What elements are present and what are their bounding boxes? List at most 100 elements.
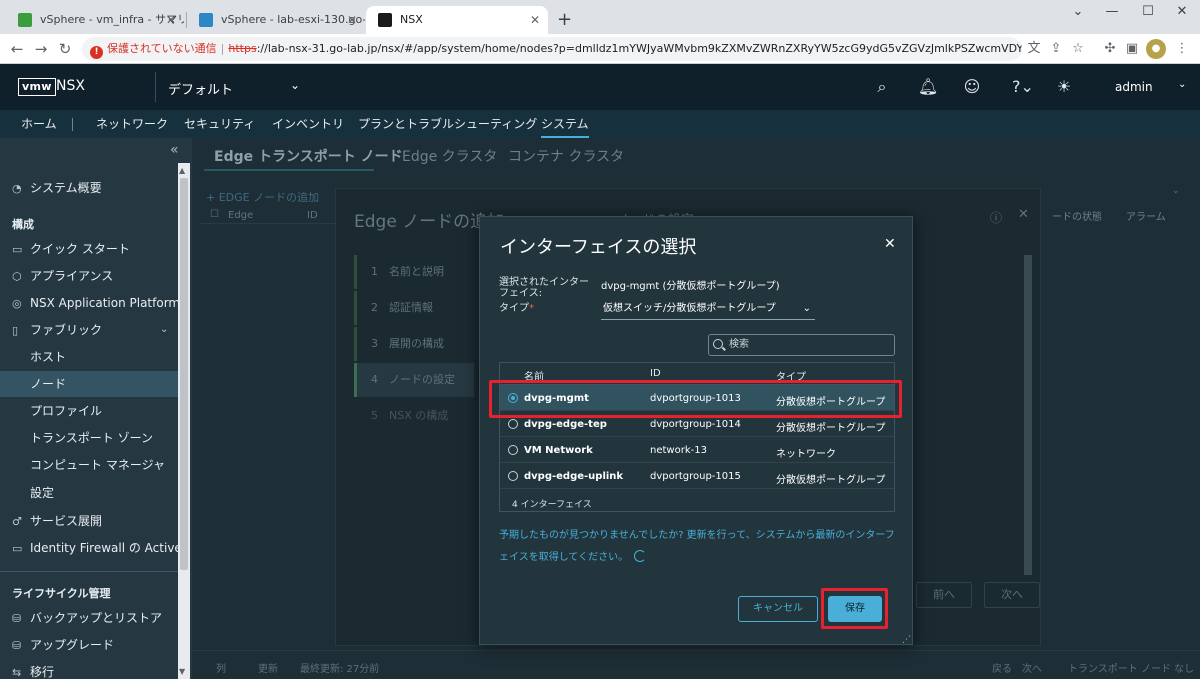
wizard-panel-scrollbar[interactable] — [1024, 255, 1032, 575]
user-menu[interactable]: admin — [1115, 80, 1153, 94]
sidebar-scroll-thumb[interactable] — [180, 178, 188, 570]
browser-tab-nsx[interactable]: NSX ✕ — [366, 6, 548, 34]
nav-tab-system[interactable]: システム — [541, 110, 589, 138]
tab-search-chevron-icon[interactable]: ⌄ — [1060, 0, 1096, 26]
tenant-selector[interactable]: デフォルト — [168, 79, 233, 98]
wizard-step-3[interactable]: 3 展開の構成 — [354, 327, 474, 361]
chevron-down-icon[interactable]: ⌄ — [290, 78, 300, 92]
new-tab-icon[interactable]: + — [557, 6, 572, 34]
reload-icon[interactable]: ↻ — [54, 38, 76, 60]
nav-tab-security[interactable]: セキュリティ — [184, 110, 255, 138]
sidebar-item-transport-zones[interactable]: トランスポート ゾーン — [0, 425, 178, 451]
scroll-up-arrow-icon[interactable]: ▲ — [179, 166, 185, 175]
share-icon[interactable]: ⇪ — [1046, 39, 1066, 59]
browser-menu-icon[interactable]: ⋮ — [1172, 39, 1192, 59]
nav-tab-networking[interactable]: ネットワーク — [96, 110, 168, 138]
wizard-next-button[interactable]: 次へ — [984, 582, 1040, 608]
refresh-hint[interactable]: 予期したものが見つかりませんでしたか? 更新を行って、システムから最新のインター… — [499, 525, 895, 569]
sidebar-item-fabric[interactable]: ▯ ファブリック — [0, 317, 178, 343]
url-field[interactable]: ! 保護されていない通信 | https://lab-nsx-31.go-lab.jp… — [82, 37, 1022, 61]
nav-tab-home[interactable]: ホーム — [21, 110, 57, 138]
sidebar-item-service-deploy[interactable]: ♂ サービス展開 — [0, 508, 178, 534]
sidebar-item-hosts[interactable]: ホスト — [0, 344, 178, 370]
window-close-icon[interactable]: ✕ — [1164, 0, 1200, 26]
sidebar-item-nap[interactable]: ◎ NSX Application Platform — [0, 290, 178, 316]
table-row[interactable]: dvpg-edge-uplink dvportgroup-1015 分散仮想ポー… — [500, 463, 894, 489]
scroll-down-arrow-icon[interactable]: ▼ — [179, 667, 185, 676]
subtab-edge-transport-nodes[interactable]: Edge トランスポート ノード — [214, 146, 403, 166]
chevron-down-icon[interactable]: ⌄ — [160, 324, 168, 335]
tab-title: NSX — [400, 13, 423, 26]
column-alarm[interactable]: アラーム — [1126, 208, 1166, 223]
refresh-link[interactable]: 更新 — [258, 660, 278, 675]
translate-icon[interactable]: 文 — [1024, 39, 1044, 59]
pagination-nav[interactable]: 戻る 次へ — [992, 660, 1042, 675]
table-header: ☐ Edge ID — [200, 204, 350, 224]
row-radio[interactable] — [508, 471, 518, 481]
wizard-prev-button[interactable]: 前へ — [916, 582, 972, 608]
maximize-icon[interactable]: ☐ — [1130, 0, 1166, 26]
row-name: dvpg-edge-uplink — [524, 471, 624, 482]
sidebar-item-identity-firewall[interactable]: ▭Identity Firewall の Active ... — [0, 535, 178, 561]
wizard-step-2[interactable]: 2 認証情報 — [354, 291, 474, 325]
table-row[interactable]: VM Network network-13 ネットワーク — [500, 437, 894, 463]
subtab-edge-clusters[interactable]: Edge クラスタ — [402, 146, 497, 166]
sidebar-item-profiles[interactable]: プロファイル — [0, 398, 178, 424]
add-edge-node-button[interactable]: + EDGE ノードの追加 — [206, 189, 319, 205]
collapse-sidebar-icon[interactable]: « — [170, 142, 179, 158]
wizard-step-5[interactable]: 5 NSX の構成 — [354, 399, 474, 433]
sidebar-item-appliances[interactable]: ⬡ アプライアンス — [0, 263, 178, 289]
sidebar-item-overview[interactable]: ◔ システム概要 — [0, 175, 178, 201]
close-icon[interactable]: ✕ — [166, 6, 176, 34]
row-radio[interactable] — [508, 419, 518, 429]
cancel-button[interactable]: キャンセル — [738, 596, 818, 622]
side-panel-icon[interactable]: ▣ — [1122, 39, 1142, 59]
selected-interface-label: 選択されたインター フェイス: — [499, 277, 589, 299]
column-node-status[interactable]: ードの状態 — [1052, 208, 1102, 223]
sidebar-item-upgrade[interactable]: ⛁ アップグレード — [0, 632, 178, 658]
sidebar-item-migrate[interactable]: ⇆ 移行 — [0, 659, 178, 679]
sidebar-item-settings[interactable]: 設定 — [0, 480, 178, 506]
smiley-feedback-icon[interactable]: ☺ — [960, 76, 984, 98]
back-arrow-icon[interactable]: ← — [6, 38, 28, 60]
wizard-step-4[interactable]: 4 ノードの設定 — [354, 363, 474, 397]
columns-toggle[interactable]: 列 — [216, 660, 226, 675]
bell-icon[interactable]: 🔔︎ — [916, 76, 940, 98]
sidebar-item-quick-start[interactable]: ▭ クイック スタート — [0, 236, 178, 262]
browser-tab-vsphere-esxi[interactable]: vSphere - lab-esxi-130.go-lab.jp ✕ — [187, 6, 365, 34]
row-radio[interactable] — [508, 445, 518, 455]
bookmark-star-icon[interactable]: ☆ — [1068, 39, 1088, 59]
search-icon[interactable]: ⌕ — [870, 76, 894, 98]
row-name: VM Network — [524, 445, 593, 456]
refresh-icon[interactable] — [634, 550, 647, 562]
empty-status: トランスポート ノード なし — [1068, 664, 1195, 675]
type-dropdown[interactable]: 仮想スイッチ/分散仮想ポートグループ ⌄ — [601, 299, 815, 320]
subtab-container-clusters[interactable]: コンテナ クラスタ — [508, 146, 624, 166]
column-id[interactable]: ID — [650, 368, 661, 379]
forward-arrow-icon[interactable]: → — [30, 38, 52, 60]
profile-avatar[interactable]: ● — [1146, 39, 1166, 59]
search-input[interactable]: 検索 — [708, 334, 895, 356]
resize-grip-icon[interactable]: ⋰ — [902, 635, 911, 645]
close-icon[interactable]: ✕ — [347, 6, 357, 34]
nav-tab-plan-troubleshoot[interactable]: プランとトラブルシューティング — [358, 110, 537, 138]
sidebar-item-backup[interactable]: ⛁ バックアップとリストア — [0, 605, 178, 631]
select-all-checkbox[interactable]: ☐ — [210, 209, 219, 220]
close-icon[interactable]: ✕ — [1018, 207, 1029, 222]
settings-chevron-icon[interactable]: ⌄ — [1172, 186, 1180, 196]
chevron-down-icon[interactable]: ⌄ — [1178, 79, 1186, 90]
extensions-puzzle-icon[interactable]: ✣ — [1100, 39, 1120, 59]
close-icon[interactable]: ✕ — [884, 236, 896, 252]
sidebar-item-compute-managers[interactable]: コンピュート マネージャ — [0, 452, 178, 478]
close-icon[interactable]: ✕ — [530, 6, 540, 34]
help-icon[interactable]: ?⌄ — [1006, 76, 1040, 98]
minimize-icon[interactable]: — — [1094, 0, 1130, 26]
theme-sun-icon[interactable]: ☀ — [1052, 76, 1076, 98]
sidebar-item-nodes[interactable]: ノード — [0, 371, 178, 397]
browser-tab-vsphere-summary[interactable]: vSphere - vm_infra - サマリ ✕ — [6, 6, 184, 34]
column-id[interactable]: ID — [307, 210, 318, 221]
help-icon[interactable]: ⓘ — [990, 209, 1002, 226]
wizard-step-1[interactable]: 1 名前と説明 — [354, 255, 474, 289]
nav-tab-inventory[interactable]: インベントリ — [272, 110, 344, 138]
column-edge[interactable]: Edge — [228, 210, 253, 221]
